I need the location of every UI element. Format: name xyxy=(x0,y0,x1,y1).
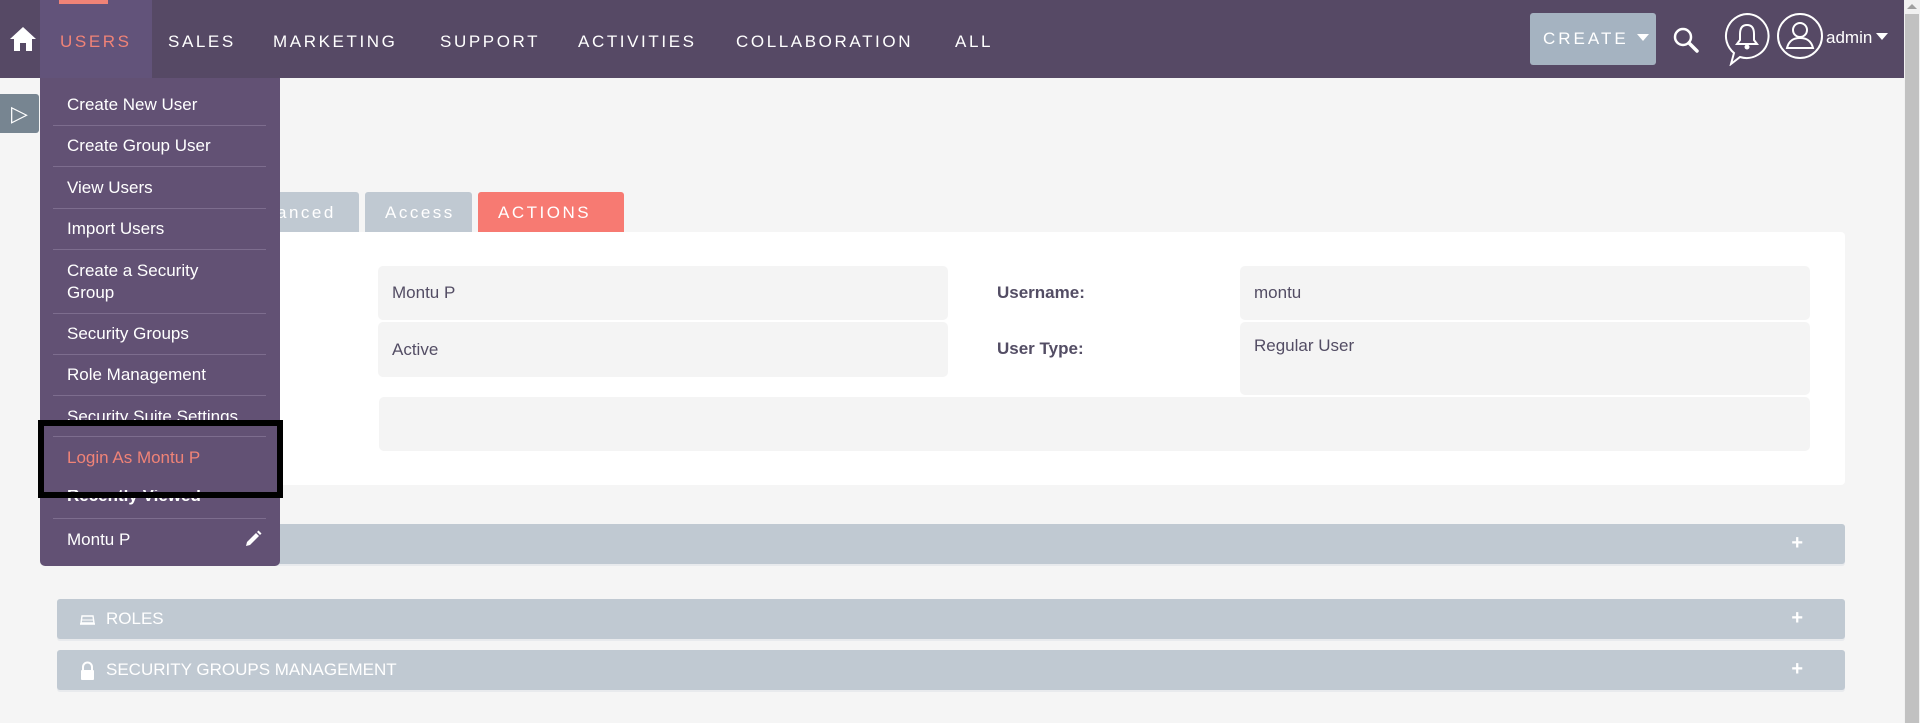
create-label: CREATE xyxy=(1543,29,1629,48)
user-detail-panel: Montu P Active Username: montu User Type… xyxy=(57,232,1845,485)
menu-divider xyxy=(53,354,266,355)
menu-item-create-security-group[interactable]: Create a Security Group xyxy=(53,260,223,304)
users-dropdown-menu: Create New User Create Group User View U… xyxy=(40,78,280,566)
menu-divider xyxy=(53,208,266,209)
menu-divider xyxy=(53,249,266,250)
expand-plus-icon[interactable]: + xyxy=(1791,599,1803,637)
menu-item-login-as-user[interactable]: Login As Montu P xyxy=(53,447,266,469)
tab-actions[interactable]: ACTIONS xyxy=(478,192,624,258)
nav-tab-collaboration[interactable]: COLLABORATION xyxy=(736,0,913,78)
recently-viewed-heading: Recently Viewed xyxy=(67,490,201,505)
vertical-scrollbar[interactable] xyxy=(1904,0,1920,723)
full-name-value: Montu P xyxy=(378,266,948,320)
nav-tab-sales[interactable]: SALES xyxy=(168,0,236,78)
tab-access[interactable]: Access xyxy=(365,192,472,232)
menu-divider xyxy=(53,125,266,126)
create-button[interactable]: CREATE xyxy=(1530,13,1656,65)
security-groups-panel-title: SECURITY GROUPS MANAGEMENT xyxy=(106,660,397,679)
user-avatar-icon[interactable] xyxy=(1776,12,1824,65)
pencil-icon[interactable] xyxy=(243,529,263,549)
sidebar-toggle-button[interactable]: ▷ xyxy=(0,94,39,133)
security-groups-panel[interactable]: SECURITY GROUPS MANAGEMENT + xyxy=(57,650,1845,690)
recent-item-label: Montu P xyxy=(67,530,131,549)
nav-tab-activities[interactable]: ACTIVITIES xyxy=(578,0,697,78)
nav-tab-users[interactable]: USERS xyxy=(40,0,152,78)
nav-tab-marketing[interactable]: MARKETING xyxy=(273,0,397,78)
scrollbar-thumb[interactable] xyxy=(1905,14,1919,723)
scroll-up-arrow-icon[interactable] xyxy=(1907,4,1917,9)
user-type-value: Regular User xyxy=(1240,322,1810,395)
status-value: Active xyxy=(378,322,948,377)
menu-divider xyxy=(53,518,266,519)
menu-item-security-groups[interactable]: Security Groups xyxy=(53,323,266,345)
nav-tab-support[interactable]: SUPPORT xyxy=(440,0,540,78)
recent-item-montu-p[interactable]: Montu P xyxy=(53,529,266,551)
menu-item-import-users[interactable]: Import Users xyxy=(53,218,266,240)
chevron-down-icon xyxy=(1636,34,1649,42)
actions-label: ACTIONS xyxy=(498,203,592,222)
menu-item-create-new-user[interactable]: Create New User xyxy=(53,94,266,116)
menu-item-security-suite-settings[interactable]: Security Suite Settings xyxy=(53,406,266,420)
username-label: admin xyxy=(1826,28,1873,47)
expand-plus-icon[interactable]: + xyxy=(1791,650,1803,688)
username-field-label: Username: xyxy=(997,283,1085,302)
home-icon[interactable] xyxy=(8,24,38,54)
roles-panel[interactable]: ROLES + xyxy=(57,599,1845,639)
user-menu[interactable]: admin xyxy=(1826,0,1889,78)
menu-item-view-users[interactable]: View Users xyxy=(53,177,266,199)
username-value: montu xyxy=(1240,266,1810,320)
notifications-bell-icon[interactable] xyxy=(1722,12,1772,71)
extra-value-field xyxy=(379,397,1810,451)
lock-icon xyxy=(79,661,96,680)
roles-icon xyxy=(79,610,96,627)
search-icon[interactable] xyxy=(1672,26,1700,59)
menu-item-create-group-user[interactable]: Create Group User xyxy=(53,135,266,157)
menu-item-role-management[interactable]: Role Management xyxy=(53,364,266,386)
play-triangle-icon: ▷ xyxy=(11,101,28,126)
roles-panel-title: ROLES xyxy=(106,609,164,628)
menu-divider xyxy=(53,313,266,314)
expand-plus-icon[interactable]: + xyxy=(1791,524,1803,562)
menu-divider xyxy=(53,436,266,437)
user-type-field-label: User Type: xyxy=(997,339,1084,358)
menu-divider xyxy=(53,166,266,167)
top-navigation-bar: USERS SALES MARKETING SUPPORT ACTIVITIES… xyxy=(0,0,1904,78)
collapsed-panel[interactable]: + xyxy=(57,524,1845,564)
nav-tab-all[interactable]: ALL xyxy=(955,0,993,78)
menu-divider xyxy=(53,395,266,396)
chevron-down-icon xyxy=(1876,33,1889,41)
